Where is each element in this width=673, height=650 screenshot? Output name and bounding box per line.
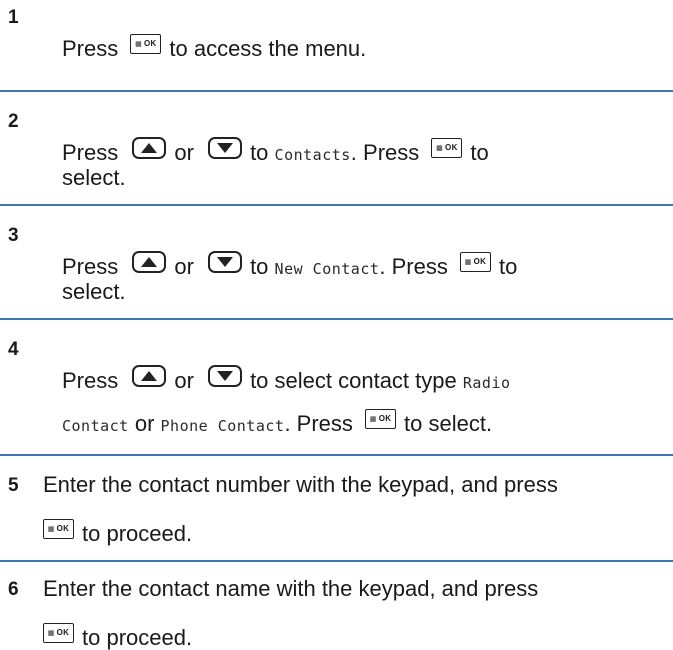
divider bbox=[0, 560, 673, 562]
ok-key-icon: ▦ OK bbox=[365, 409, 397, 430]
step-text: Enter the contact name with the keypad, … bbox=[43, 576, 539, 601]
step-number: 4 bbox=[8, 339, 19, 360]
ok-key-icon: ▦ OK bbox=[431, 138, 463, 159]
step-text-cont: select. bbox=[62, 279, 126, 304]
menu-item-radio: Radio bbox=[462, 374, 511, 392]
ok-key-icon: ▦ OK bbox=[459, 252, 491, 273]
step-text-cont: ▦ OK to proceed. bbox=[43, 623, 192, 649]
divider bbox=[0, 90, 673, 92]
step-number: 2 bbox=[8, 111, 19, 132]
ok-key-icon: ▦ OK bbox=[130, 34, 162, 55]
step-text-cont: Contact or Phone Contact. Press ▦ OK to se… bbox=[62, 409, 493, 436]
ok-key-icon: ▦ OK bbox=[43, 623, 74, 644]
menu-item-phone-contact: Phone Contact bbox=[160, 417, 285, 435]
step-text-cont: ▦ OK to proceed. bbox=[43, 519, 192, 545]
down-arrow-key-icon bbox=[208, 251, 243, 274]
step-text: Press ▦ OK to access the menu. bbox=[62, 34, 367, 61]
divider bbox=[0, 318, 673, 320]
step-text: Press or to New Contact. Press ▦ OK to bbox=[62, 251, 517, 279]
up-arrow-key-icon bbox=[132, 365, 167, 388]
step-text: Press or to select contact type Radio bbox=[62, 365, 511, 393]
step-number: 5 bbox=[8, 475, 19, 496]
step-number: 6 bbox=[8, 579, 19, 600]
up-arrow-key-icon bbox=[132, 137, 167, 160]
step-number: 3 bbox=[8, 225, 19, 246]
up-arrow-key-icon bbox=[132, 251, 167, 274]
divider bbox=[0, 204, 673, 206]
ok-key-icon: ▦ OK bbox=[43, 519, 74, 540]
step-text-cont: select. bbox=[62, 165, 126, 190]
step-text: Enter the contact number with the keypad… bbox=[43, 472, 558, 497]
step-number: 1 bbox=[8, 7, 19, 28]
menu-item-contact: Contact bbox=[62, 417, 129, 435]
divider bbox=[0, 454, 673, 456]
step-text: Press or to Contacts. Press ▦ OK to bbox=[62, 137, 489, 165]
down-arrow-key-icon bbox=[208, 365, 243, 388]
menu-item-contacts: Contacts bbox=[274, 146, 351, 164]
down-arrow-key-icon bbox=[208, 137, 243, 160]
menu-item-new-contact: New Contact bbox=[274, 260, 380, 278]
